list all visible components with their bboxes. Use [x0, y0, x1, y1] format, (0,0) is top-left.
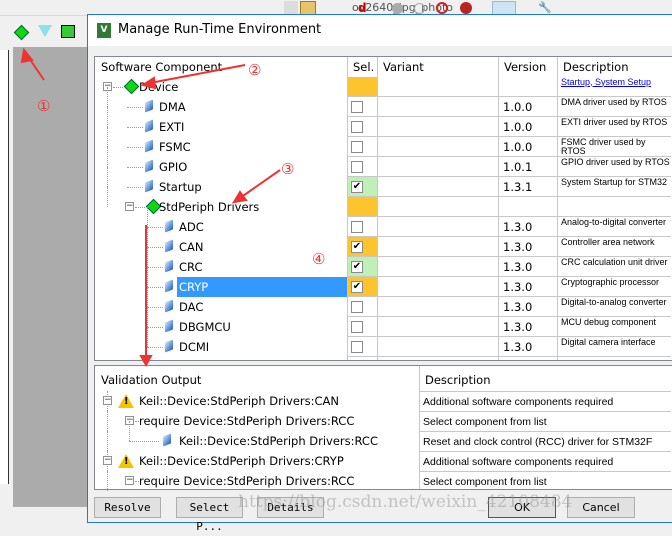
annotation-4: ④ [312, 250, 326, 268]
annotation-3: ③ [281, 160, 295, 178]
annotation-arrow-3 [239, 169, 281, 199]
annotation-1: ① [37, 97, 51, 115]
annotation-arrow-2 [149, 64, 246, 84]
annotation-arrows [20, 47, 281, 368]
annotation-2: ② [248, 61, 262, 79]
